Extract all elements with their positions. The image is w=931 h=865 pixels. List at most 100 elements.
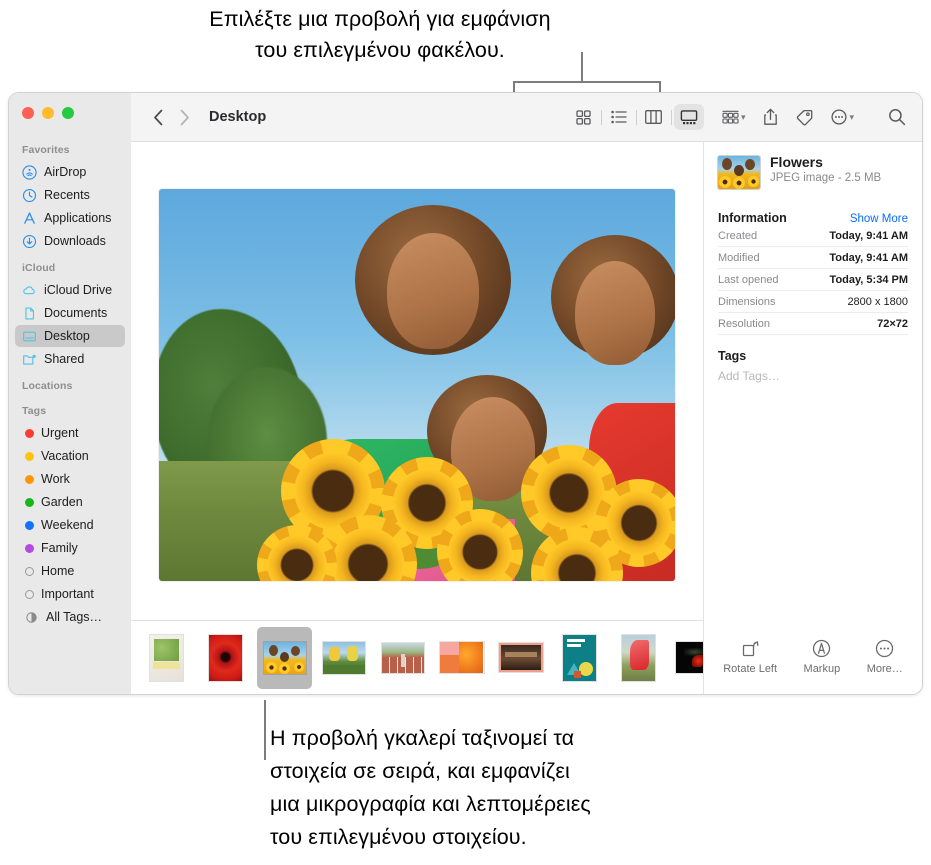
sidebar-item-label: Garden (41, 495, 83, 509)
file-name: Flowers (770, 154, 881, 170)
more-actions-button[interactable]: ▾ (831, 109, 854, 125)
tag-dot-icon (25, 521, 34, 530)
photo-face-right (575, 261, 655, 365)
filmstrip-item-flowers-sunflowers[interactable] (257, 627, 312, 689)
shared-folder-icon (22, 352, 37, 367)
sidebar-item-documents[interactable]: Documents (15, 302, 125, 324)
chevron-down-icon: ▾ (741, 112, 746, 123)
close-button[interactable] (22, 107, 34, 119)
desktop-icon (22, 329, 37, 344)
applications-icon (22, 211, 37, 226)
info-actions: Rotate Left Markup (704, 624, 922, 694)
sidebar-tag-weekend[interactable]: Weekend (15, 514, 125, 536)
more-button[interactable]: More… (867, 639, 903, 675)
share-button[interactable] (763, 108, 778, 126)
filmstrip-item-dinner-table[interactable] (493, 627, 548, 689)
callout-top-leader-tick-right (659, 81, 661, 92)
add-tags-field[interactable]: Add Tags… (718, 369, 908, 383)
clock-icon (22, 188, 37, 203)
toolbar-actions: ▾ (704, 108, 906, 126)
search-button[interactable] (888, 108, 906, 126)
search-icon (888, 108, 906, 126)
tags-section-title: Tags (718, 349, 908, 363)
back-button[interactable] (145, 109, 171, 126)
airdrop-icon (22, 165, 37, 180)
sidebar-item-recents[interactable]: Recents (15, 184, 125, 206)
info-row-value: Today, 9:41 AM (829, 230, 908, 242)
sidebar-item-label: AirDrop (44, 165, 86, 179)
info-row-resolution: Resolution 72×72 (718, 313, 908, 335)
icon-view-button[interactable] (569, 104, 599, 130)
info-row-key: Created (718, 230, 757, 242)
finder-window: Favorites AirDrop Recents (8, 92, 923, 695)
info-row-value: Today, 9:41 AM (829, 252, 908, 264)
share-icon (763, 108, 778, 126)
info-row-key: Modified (718, 252, 760, 264)
segment-divider (671, 110, 672, 125)
gallery-icon (680, 110, 698, 125)
group-by-button[interactable]: ▾ (722, 110, 746, 125)
callout-top-text: Επιλέξτε μια προβολή για εμφάνιση του επ… (75, 4, 685, 66)
preview-area (131, 142, 703, 620)
rotate-left-button[interactable]: Rotate Left (723, 640, 777, 675)
tag-dot-icon (25, 498, 34, 507)
sidebar-item-shared[interactable]: Shared (15, 348, 125, 370)
filmstrip-item-district-poster[interactable] (139, 627, 194, 689)
window-controls (22, 107, 74, 119)
more-circle-icon (875, 639, 894, 658)
info-row-value: 2800 x 1800 (847, 296, 908, 308)
chevron-down-icon: ▾ (849, 112, 854, 123)
gallery-column (131, 142, 703, 694)
filmstrip-item-marketing-culture-poster[interactable] (552, 627, 607, 689)
sidebar-tag-all-tags[interactable]: All Tags… (15, 606, 125, 628)
sidebar-tag-family[interactable]: Family (15, 537, 125, 559)
sidebar-header-tags: Tags (9, 396, 131, 421)
sidebar-item-icloud-drive[interactable]: iCloud Drive (15, 279, 125, 301)
gallery-view-button[interactable] (674, 104, 704, 130)
sidebar-item-airdrop[interactable]: AirDrop (15, 161, 125, 183)
zoom-button[interactable] (62, 107, 74, 119)
column-view-button[interactable] (639, 104, 669, 130)
filmstrip-item-orange-citrus-poster[interactable] (434, 627, 489, 689)
tag-button[interactable] (796, 109, 813, 126)
sidebar-tag-garden[interactable]: Garden (15, 491, 125, 513)
sidebar-tag-work[interactable]: Work (15, 468, 125, 490)
tag-ring-icon (25, 590, 34, 599)
sidebar-item-label: Urgent (41, 426, 79, 440)
list-view-button[interactable] (604, 104, 634, 130)
sidebar-item-label: Family (41, 541, 78, 555)
show-more-link[interactable]: Show More (850, 213, 908, 225)
markup-button[interactable]: Markup (804, 639, 841, 675)
downloads-icon (22, 234, 37, 249)
minimize-button[interactable] (42, 107, 54, 119)
filmstrip-item-red-dahlia[interactable] (198, 627, 253, 689)
sidebar-item-applications[interactable]: Applications (15, 207, 125, 229)
filmstrip[interactable] (131, 620, 703, 694)
sidebar-item-desktop[interactable]: Desktop (15, 325, 125, 347)
filmstrip-item-dark-red-abstract[interactable] (670, 627, 703, 689)
filmstrip-item-red-fabric-field[interactable] (611, 627, 666, 689)
filmstrip-item-garden-harvest[interactable] (316, 627, 371, 689)
sidebar-tag-urgent[interactable]: Urgent (15, 422, 125, 444)
info-row-key: Dimensions (718, 296, 775, 308)
sidebar-item-label: Weekend (41, 518, 94, 532)
callout-top-leader-bar (513, 81, 661, 83)
sidebar-list: Favorites AirDrop Recents (9, 135, 131, 628)
more-circle-icon (831, 109, 847, 125)
photo-face-left (387, 233, 479, 349)
preview-image[interactable] (159, 189, 675, 581)
tag-dot-icon (25, 475, 34, 484)
sidebar-item-label: Recents (44, 188, 90, 202)
sidebar-tag-vacation[interactable]: Vacation (15, 445, 125, 467)
info-thumbnail (718, 156, 760, 189)
information-section-header: Information Show More (718, 211, 908, 225)
filmstrip-item-running-track[interactable] (375, 627, 430, 689)
sidebar-tag-home[interactable]: Home (15, 560, 125, 582)
forward-button[interactable] (171, 109, 197, 126)
list-icon (611, 110, 627, 124)
sidebar-item-label: Important (41, 587, 94, 601)
sidebar-tag-important[interactable]: Important (15, 583, 125, 605)
sidebar-item-downloads[interactable]: Downloads (15, 230, 125, 252)
tag-dot-icon (25, 429, 34, 438)
document-icon (22, 306, 37, 321)
